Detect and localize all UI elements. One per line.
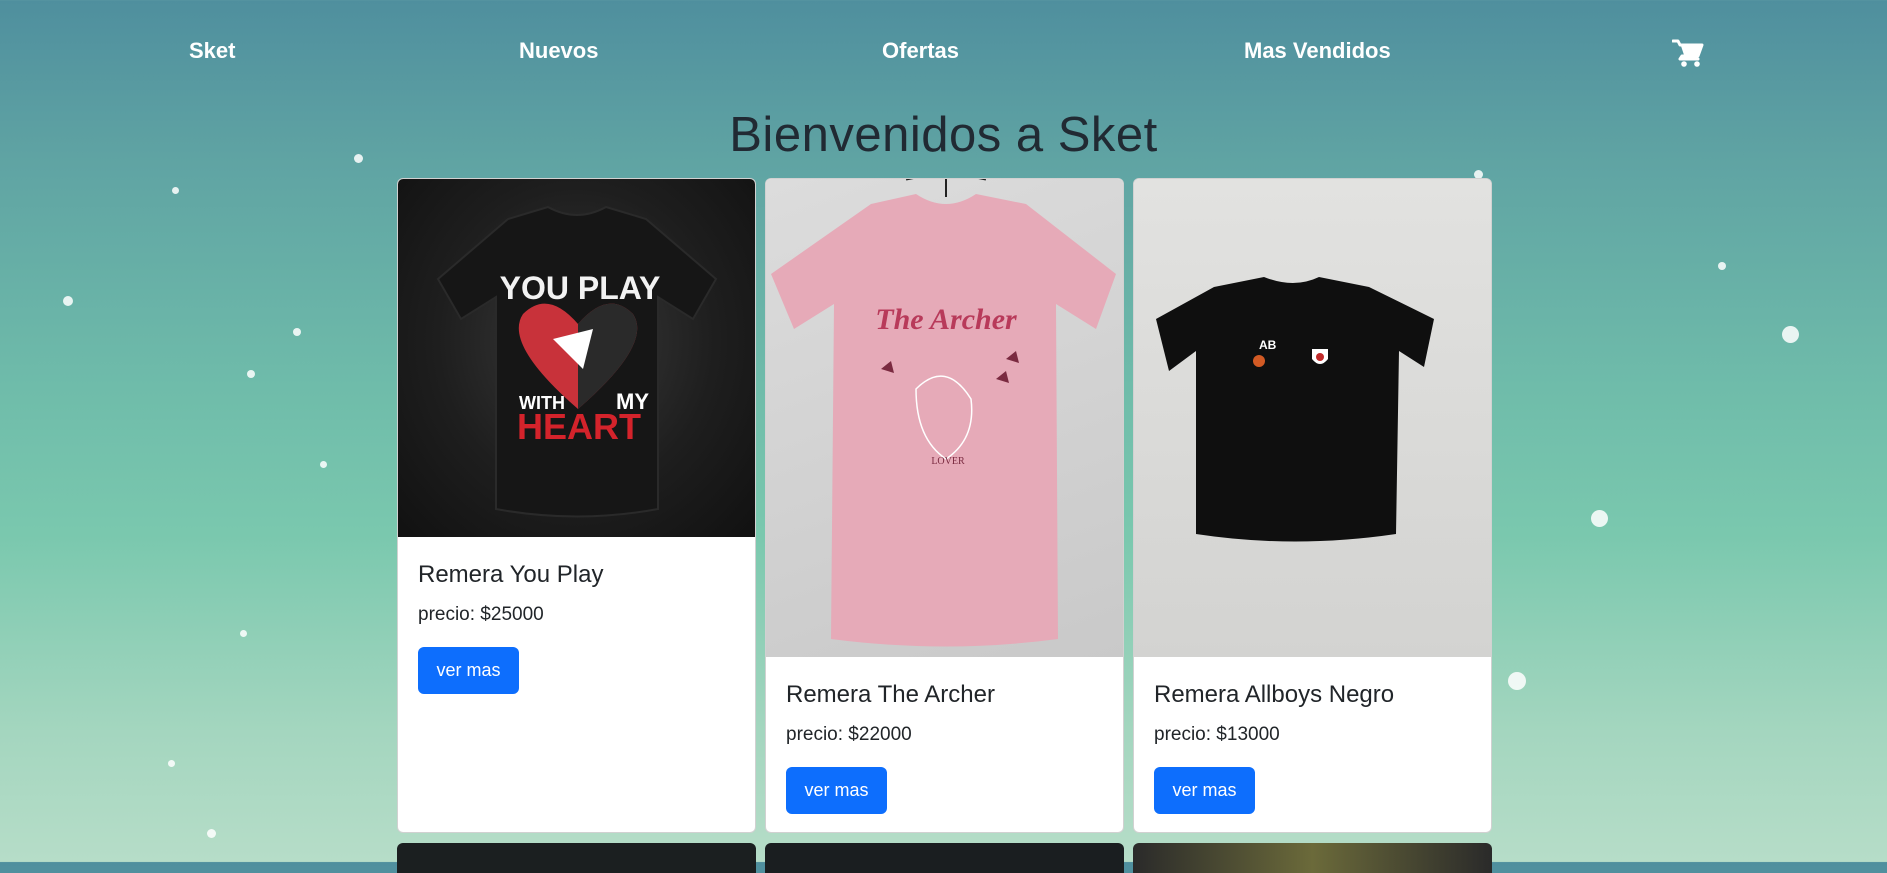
ver-mas-button[interactable]: ver mas — [1154, 767, 1255, 814]
snowflake — [240, 630, 247, 637]
ver-mas-button[interactable]: ver mas — [786, 767, 887, 814]
snowflake — [293, 328, 301, 336]
shopping-cart-icon[interactable] — [1672, 38, 1704, 68]
snowflake — [168, 760, 175, 767]
brand-link[interactable]: Sket — [189, 38, 235, 64]
product-title: Remera You Play — [418, 561, 604, 588]
product-image: YOU PLAY WITH MY HEART — [398, 179, 755, 537]
product-card — [765, 843, 1124, 873]
ver-mas-button[interactable]: ver mas — [418, 647, 519, 694]
snowflake — [172, 187, 179, 194]
product-card: The Archer LOVER Remera The Archer preci… — [765, 178, 1124, 833]
print-text: AB — [1259, 338, 1277, 352]
snowflake — [207, 829, 216, 838]
snowflake — [247, 370, 255, 378]
nav-link-ofertas[interactable]: Ofertas — [882, 38, 959, 64]
snowflake — [320, 461, 327, 468]
page-title: Bienvenidos a Sket — [729, 108, 1158, 162]
print-text: YOU PLAY — [500, 270, 661, 306]
product-card: YOU PLAY WITH MY HEART Remera You Play p… — [397, 178, 756, 833]
print-text: The Archer — [875, 303, 1017, 336]
product-image: AB — [1134, 179, 1491, 657]
product-card: AB Remera Allboys Negro precio: $13000 v… — [1133, 178, 1492, 833]
product-title: Remera Allboys Negro — [1154, 681, 1395, 708]
nav-link-nuevos[interactable]: Nuevos — [519, 38, 598, 64]
snowflake — [1718, 262, 1726, 270]
product-title: Remera The Archer — [786, 681, 995, 708]
product-card — [1133, 843, 1492, 873]
snowflake — [1782, 326, 1799, 343]
product-price: precio: $25000 — [418, 604, 544, 625]
product-card — [397, 843, 756, 873]
print-text: HEART — [517, 406, 641, 447]
top-navbar: Sket Nuevos Ofertas Mas Vendidos — [0, 0, 1887, 100]
print-text: LOVER — [931, 456, 965, 467]
snowflake — [63, 296, 73, 306]
product-price: precio: $22000 — [786, 724, 912, 745]
nav-link-mas-vendidos[interactable]: Mas Vendidos — [1244, 38, 1391, 64]
snowflake — [1591, 510, 1608, 527]
snowflake — [1508, 672, 1526, 690]
product-image: The Archer LOVER — [766, 179, 1123, 657]
product-price: precio: $13000 — [1154, 724, 1280, 745]
